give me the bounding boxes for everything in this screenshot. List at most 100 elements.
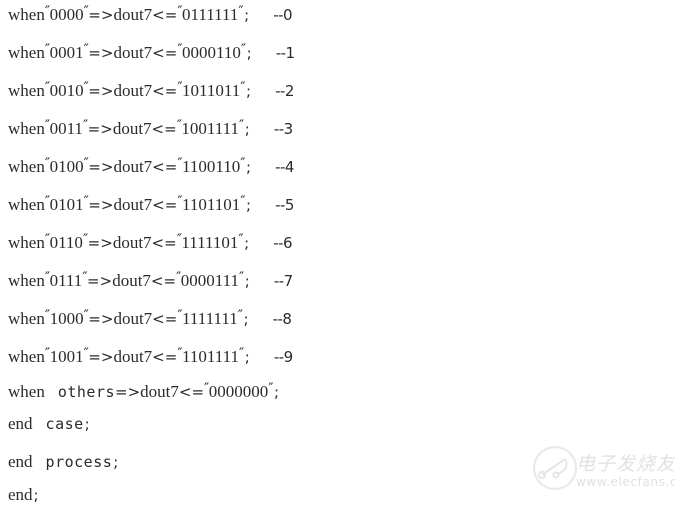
case-selector-value: 0111 xyxy=(49,271,83,291)
arrow-operator: => xyxy=(88,310,114,329)
code-line-when-branch: when″0010″=>dout7<=″1011011″; --2 xyxy=(8,78,294,101)
statement-terminator: ; xyxy=(246,44,252,63)
keyword-when: when xyxy=(8,309,45,329)
code-line-when-branch: when″0000″=>dout7<=″0111111″; --0 xyxy=(8,2,293,25)
keyword-when: when xyxy=(8,271,45,291)
signal-name: dout7 xyxy=(113,43,153,63)
keyword-when: when xyxy=(8,81,45,101)
code-line-when-branch: when″0111″=>dout7<=″0000111″; --7 xyxy=(8,268,293,291)
keyword-when: when xyxy=(8,233,45,253)
signal-name: dout7 xyxy=(113,81,153,101)
signal-name: dout7 xyxy=(113,309,153,329)
value-close-quote: ″ xyxy=(240,42,246,58)
case-selector-value: 0100 xyxy=(49,157,84,177)
statement-terminator: ; xyxy=(244,272,250,291)
arrow-operator: => xyxy=(115,383,141,402)
keyword-when: when xyxy=(8,119,45,139)
digit-comment: --5 xyxy=(275,196,294,215)
segment-value: 0000110 xyxy=(182,43,241,63)
code-line-end-statement: end; xyxy=(8,485,39,505)
arrow-operator: => xyxy=(88,82,114,101)
keyword-when: when xyxy=(8,43,45,63)
code-listing: when″0000″=>dout7<=″0111111″; --0 when″000… xyxy=(0,0,675,505)
case-selector-value: 0001 xyxy=(49,43,84,63)
statement-terminator: ; xyxy=(244,120,250,139)
arrow-operator: => xyxy=(87,272,113,291)
signal-name: dout7 xyxy=(113,347,153,367)
keyword-when: when xyxy=(8,5,45,25)
code-line-when-branch: when″1001″=>dout7<=″1101111″; --9 xyxy=(8,344,293,367)
signal-name: dout7 xyxy=(112,271,151,291)
statement-terminator: ; xyxy=(113,453,119,471)
digit-comment: --7 xyxy=(273,272,293,291)
code-line-when-branch: when″1000″=>dout7<=″1111111″; --8 xyxy=(8,306,292,329)
statement-terminator: ; xyxy=(244,6,250,25)
assign-operator: <= xyxy=(152,310,178,329)
statement-terminator: ; xyxy=(244,348,250,367)
segment-value: 1100110 xyxy=(182,157,241,177)
statement-terminator: ; xyxy=(274,383,280,402)
arrow-operator: => xyxy=(88,348,114,367)
arrow-operator: => xyxy=(88,6,114,25)
signal-name: dout7 xyxy=(113,195,153,215)
end-target: case xyxy=(45,415,84,433)
digit-comment: --2 xyxy=(275,82,294,101)
segment-value: 0111111 xyxy=(182,5,239,25)
digit-comment: --3 xyxy=(273,120,293,139)
segment-value: 1111101 xyxy=(181,233,239,253)
statement-terminator: ; xyxy=(246,82,252,101)
signal-name: dout7 xyxy=(112,233,152,253)
signal-name: dout7 xyxy=(113,5,153,25)
segment-value: 1011011 xyxy=(182,81,241,101)
segment-value: 0000000 xyxy=(208,382,269,402)
assign-operator: <= xyxy=(152,348,178,367)
statement-terminator: ; xyxy=(246,158,252,177)
digit-comment: --4 xyxy=(275,158,294,177)
assign-operator: <= xyxy=(151,120,177,139)
assign-operator: <= xyxy=(152,82,178,101)
digit-comment: --6 xyxy=(273,234,293,253)
assign-operator: <= xyxy=(150,272,177,291)
case-selector-value: 0010 xyxy=(49,81,84,101)
code-line-when-others: when others=>dout7<=″0000000″; xyxy=(8,379,279,402)
statement-terminator: ; xyxy=(33,486,39,504)
signal-name: dout7 xyxy=(112,119,152,139)
digit-comment: --0 xyxy=(273,6,293,25)
segment-value: 0000111 xyxy=(180,271,240,291)
case-selector-value: 0000 xyxy=(49,5,84,25)
assign-operator: <= xyxy=(152,196,178,215)
segment-value: 1001111 xyxy=(181,119,240,139)
code-line-end-statement: end case; xyxy=(8,414,90,434)
keyword-end: end xyxy=(8,452,33,471)
keyword-end: end xyxy=(8,485,33,504)
segment-value: 1101111 xyxy=(182,347,240,367)
keyword-when: when xyxy=(8,382,45,402)
segment-value: 1101101 xyxy=(182,195,241,215)
arrow-operator: => xyxy=(88,196,114,215)
end-target: process xyxy=(45,453,113,471)
arrow-operator: => xyxy=(88,158,114,177)
keyword-end: end xyxy=(8,414,33,433)
signal-name: dout7 xyxy=(140,382,179,402)
statement-terminator: ; xyxy=(244,234,250,253)
keyword-when: when xyxy=(8,347,45,367)
keyword-others: others xyxy=(57,383,116,402)
case-selector-value: 0110 xyxy=(49,233,83,253)
assign-operator: <= xyxy=(151,234,177,253)
assign-operator: <= xyxy=(152,6,178,25)
statement-terminator: ; xyxy=(246,196,252,215)
arrow-operator: => xyxy=(87,120,113,139)
case-selector-value: 0101 xyxy=(49,195,84,215)
case-selector-value: 0011 xyxy=(49,119,83,139)
code-line-when-branch: when″0110″=>dout7<=″1111101″; --6 xyxy=(8,230,293,253)
assign-operator: <= xyxy=(152,158,178,177)
code-line-when-branch: when″0001″=>dout7<=″0000110″; --1 xyxy=(8,40,295,63)
statement-terminator: ; xyxy=(243,310,249,329)
value-close-quote: ″ xyxy=(237,308,243,324)
keyword-when: when xyxy=(8,195,45,215)
keyword-when: when xyxy=(8,157,45,177)
code-line-when-branch: when″0101″=>dout7<=″1101101″; --5 xyxy=(8,192,294,215)
digit-comment: --9 xyxy=(273,348,293,367)
assign-operator: <= xyxy=(178,383,205,402)
digit-comment: --1 xyxy=(275,44,295,63)
